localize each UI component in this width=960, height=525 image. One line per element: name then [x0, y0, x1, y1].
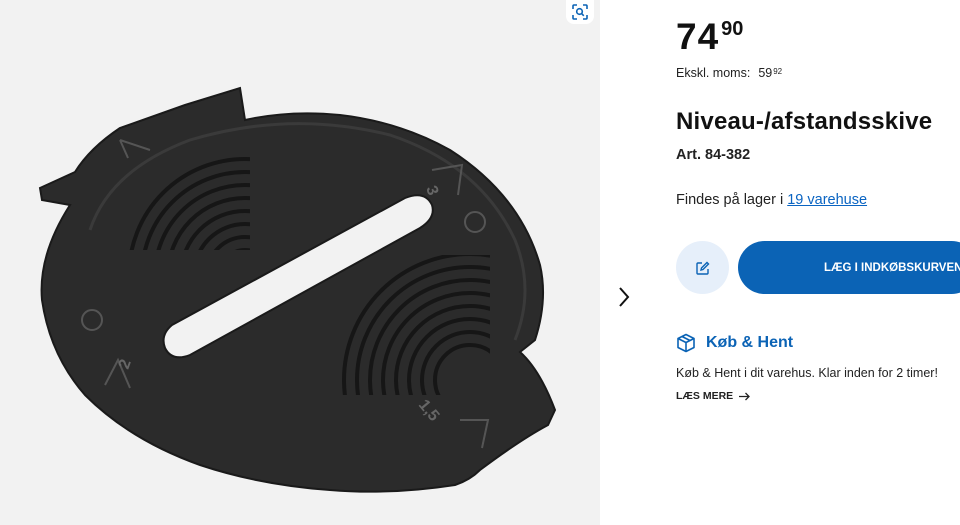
product-title: Niveau-/afstandsskive [676, 108, 933, 135]
zoom-scan-icon [572, 4, 588, 20]
price-main: 74 [676, 16, 720, 57]
stock-status: Findes på lager i 19 varehuse [676, 192, 867, 208]
arrow-right-icon [739, 392, 751, 401]
read-more-label: LÆS MERE [676, 390, 734, 402]
edit-button[interactable] [676, 241, 729, 294]
price-decimals: 90 [721, 18, 744, 40]
price-excl-vat: Ekskl. moms: 59 92 [676, 66, 782, 80]
stores-link[interactable]: 19 varehuse [787, 192, 867, 208]
product-info: 74 90 Ekskl. moms: 59 92 Niveau-/afstand… [676, 0, 960, 525]
stock-prefix: Findes på lager i [676, 192, 788, 208]
read-more-link[interactable]: LÆS MERE [676, 390, 751, 402]
price: 74 90 [676, 18, 743, 55]
click-collect-header: Køb & Hent [676, 332, 793, 354]
zoom-button[interactable] [566, 0, 594, 24]
excl-vat-decimals: 92 [773, 67, 783, 76]
add-to-cart-button[interactable]: LÆG I INDKØBSKURVEN [738, 241, 960, 294]
next-image-button[interactable] [610, 282, 638, 312]
excl-vat-label: Ekskl. moms: [676, 66, 751, 80]
article-number: Art. 84-382 [676, 147, 751, 163]
edit-pencil-icon [695, 261, 709, 275]
excl-vat-int: 59 [758, 66, 773, 80]
chevron-right-icon [619, 287, 630, 307]
product-gallery: 3 2 1,5 [0, 0, 600, 525]
click-collect-title: Køb & Hent [706, 334, 794, 351]
product-image: 3 2 1,5 [38, 86, 557, 493]
click-collect-text: Køb & Hent i dit varehus. Klar inden for… [676, 366, 938, 380]
package-box-icon [676, 332, 698, 354]
